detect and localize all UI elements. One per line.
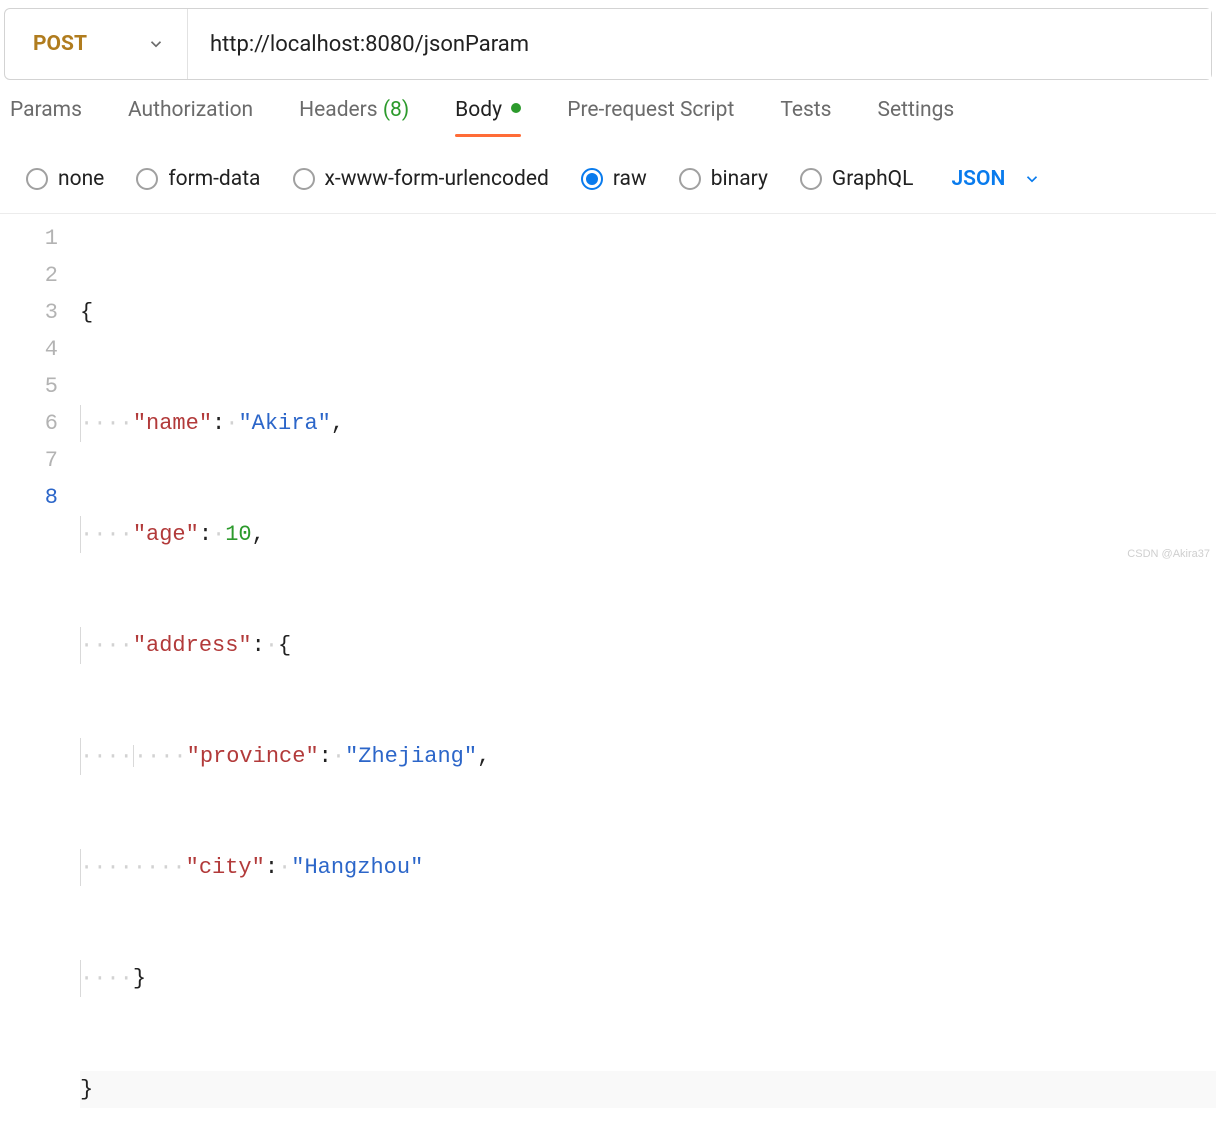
line-number: 7 [0,442,58,479]
body-type-label: x-www-form-urlencoded [325,167,549,191]
line-number: 6 [0,405,58,442]
code-line: { [80,294,1216,331]
body-type-form-data[interactable]: form-data [136,167,260,191]
code-line: ········"city":·"Hangzhou" [80,849,1216,886]
tab-headers-label: Headers [299,98,377,122]
tab-pre-request-script[interactable]: Pre-request Script [567,98,734,136]
line-number: 3 [0,294,58,331]
code-line: ····"address":·{ [80,627,1216,664]
line-number: 2 [0,257,58,294]
code-line: ····} [80,960,1216,997]
code-line: ····"age":·10, [80,516,1216,553]
body-type-raw[interactable]: raw [581,167,647,191]
radio-icon [581,168,603,190]
body-type-binary[interactable]: binary [679,167,768,191]
tab-tests[interactable]: Tests [780,98,831,136]
tab-body[interactable]: Body [455,98,521,136]
tab-settings[interactable]: Settings [878,98,955,136]
watermark: CSDN @Akira37 [1127,548,1210,560]
body-type-graphql[interactable]: GraphQL [800,167,914,191]
code-line: } [80,1071,1216,1108]
radio-icon [679,168,701,190]
headers-count: (8) [383,98,409,122]
body-type-label: form-data [168,167,260,191]
request-bar: POST [4,8,1212,80]
chevron-down-icon [147,35,165,53]
code-line: ········"province":·"Zhejiang", [80,738,1216,775]
http-method-label: POST [33,32,87,56]
chevron-down-icon [1023,170,1041,188]
request-body-editor[interactable]: 1 2 3 4 5 6 7 8 { ····"name":·"Akira", ·… [0,214,1216,1128]
body-type-none[interactable]: none [26,167,104,191]
line-number: 1 [0,220,58,257]
request-url-input[interactable] [188,9,1211,79]
code-area[interactable]: { ····"name":·"Akira", ····"age":·10, ··… [80,220,1216,1128]
body-type-row: none form-data x-www-form-urlencoded raw… [0,137,1216,214]
body-type-label: none [58,167,104,191]
line-number: 5 [0,368,58,405]
tab-body-label: Body [455,98,502,122]
http-method-dropdown[interactable]: POST [5,9,188,79]
body-type-label: binary [711,167,768,191]
line-number-gutter: 1 2 3 4 5 6 7 8 [0,220,80,1128]
radio-icon [26,168,48,190]
body-modified-dot-icon [511,103,521,113]
radio-icon [293,168,315,190]
radio-icon [800,168,822,190]
tab-params[interactable]: Params [10,98,82,136]
line-number: 8 [0,479,58,516]
body-type-label: raw [613,167,647,191]
code-line: ····"name":·"Akira", [80,405,1216,442]
tab-authorization[interactable]: Authorization [128,98,253,136]
radio-icon [136,168,158,190]
body-format-label: JSON [951,167,1005,191]
body-type-urlencoded[interactable]: x-www-form-urlencoded [293,167,549,191]
request-tabs: Params Authorization Headers (8) Body Pr… [0,98,1216,137]
line-number: 4 [0,331,58,368]
tab-headers[interactable]: Headers (8) [299,98,409,136]
body-format-dropdown[interactable]: JSON [951,167,1041,191]
body-type-label: GraphQL [832,167,914,191]
